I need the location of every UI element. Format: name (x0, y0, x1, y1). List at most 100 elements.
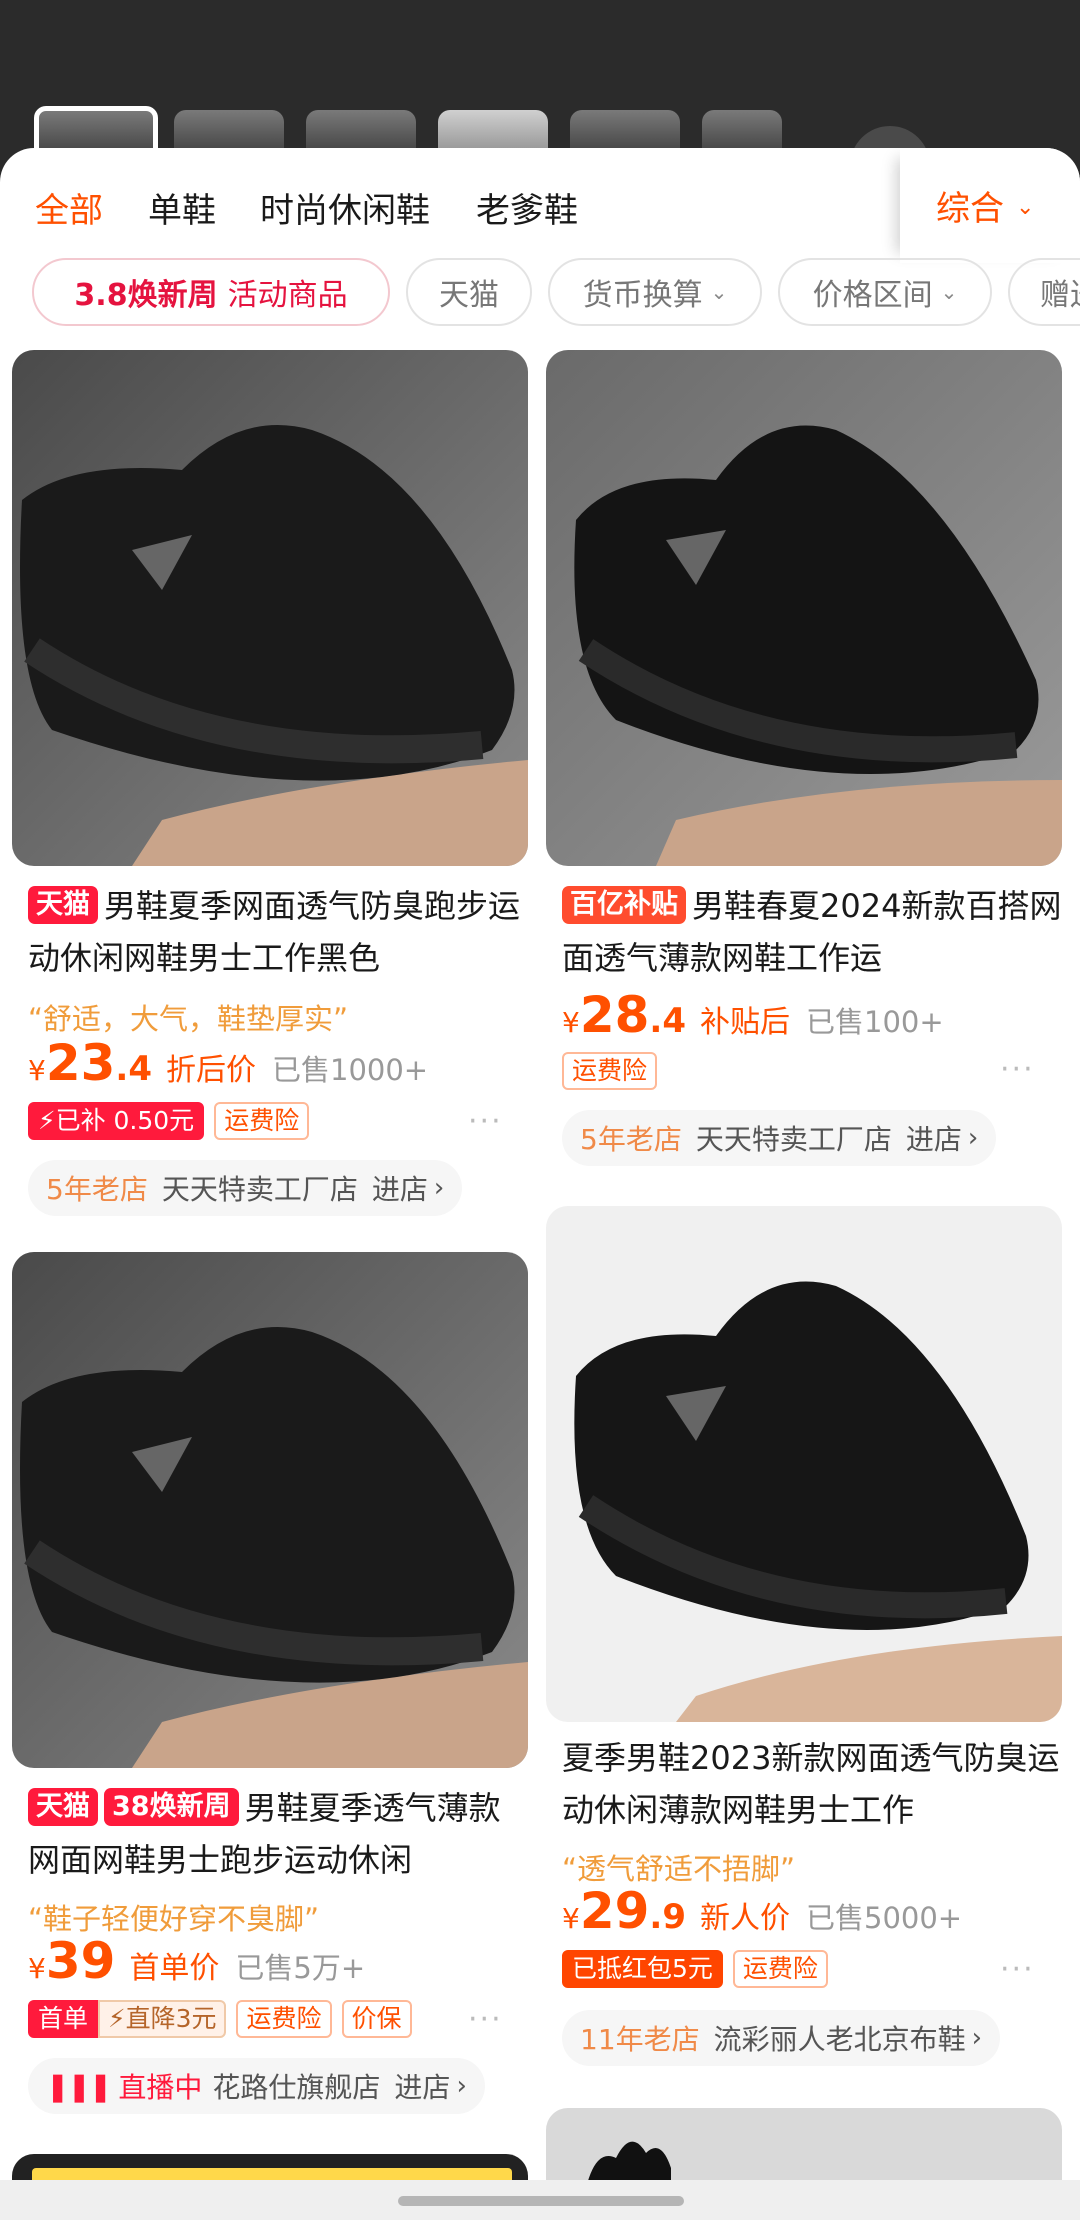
price-label: 首单价 (129, 1951, 220, 1986)
filter-chip-tmall[interactable]: 天猫 (406, 258, 532, 326)
live-bars-icon: ❚❚❚ (46, 2069, 112, 2103)
price-drop-tag: ⚡直降3元 (98, 2000, 227, 2038)
tag-row: 首单 ⚡直降3元 运费险 价保 (28, 2000, 422, 2038)
price-row: ¥ 28 .4 补贴后 已售100+ (562, 986, 944, 1044)
chevron-right-icon: › (967, 1123, 979, 1153)
shop-name: 天天特卖工厂店 (161, 1173, 358, 1206)
tag-row: 运费险 (562, 1052, 667, 1090)
product-title[interactable]: 百亿补贴 男鞋春夏2024新款百搭网面透气薄款网鞋工作运 (562, 880, 1062, 984)
product-image[interactable] (546, 350, 1062, 866)
filter-chip-price-range[interactable]: 价格区间 ⌄ (778, 258, 992, 326)
product-card[interactable]: 百亿补贴 男鞋春夏2024新款百搭网面透气薄款网鞋工作运 ¥ 28 .4 补贴后 … (546, 350, 1062, 1166)
product-title-text: 夏季男鞋2023新款网面透气防臭运动休闲薄款网鞋男士工作 (562, 1739, 1060, 1829)
filter-chip-gift[interactable]: 赠送 (1008, 258, 1080, 326)
more-options-icon[interactable]: ··· (468, 1104, 503, 1139)
price-integer: 23 (45, 1034, 116, 1092)
sold-count: 已售5000+ (806, 1901, 963, 1935)
tag-row: ⚡已补 0.50元 运费险 (28, 1102, 319, 1140)
filter-chip-label: 赠送 (1040, 278, 1080, 313)
product-title[interactable]: 夏季男鞋2023新款网面透气防臭运动休闲薄款网鞋男士工作 (562, 1732, 1062, 1836)
first-order-tag: 首单 (28, 2000, 99, 2038)
shop-age: 11年老店 (580, 2023, 700, 2056)
price-integer: 39 (45, 1932, 116, 1990)
shop-pill[interactable]: 5年老店 天天特卖工厂店 进店 › (28, 1160, 463, 1216)
price-row: ¥ 39 首单价 已售5万+ (28, 1932, 365, 1990)
review-quote: “舒适，大气，鞋垫厚实” (28, 1002, 349, 1036)
shop-pill[interactable]: 11年老店 流彩丽人老北京布鞋 › (562, 2010, 1001, 2066)
product-title[interactable]: 天猫 38焕新周 男鞋夏季透气薄款网面网鞋男士跑步运动休闲 (28, 1782, 528, 1886)
category-tabs: 全部 单鞋 时尚休闲鞋 老爹鞋 综合 ⌄ (0, 148, 1080, 263)
image-thumbnail-strip (0, 0, 1080, 206)
shoe-image (546, 1206, 1062, 1722)
tab-all[interactable]: 全部 (35, 183, 103, 232)
shop-age: 5年老店 (46, 1173, 148, 1206)
shop-name: 流彩丽人老北京布鞋 (713, 2023, 966, 2056)
chevron-right-icon: › (433, 1173, 445, 1203)
tmall-badge: 天猫 (28, 1788, 98, 1826)
live-status: 直播中 (118, 2071, 203, 2104)
product-title[interactable]: 天猫 男鞋夏季网面透气防臭跑步运动休闲网鞋男士工作黑色 (28, 880, 528, 984)
sort-label: 综合 (936, 189, 1004, 229)
chevron-down-icon: ⌄ (710, 280, 728, 304)
shipping-insurance-tag: 运费险 (236, 2000, 332, 2038)
price-protection-tag: 价保 (341, 2000, 412, 2038)
filter-chip-label: 货币换算 (582, 278, 703, 313)
price-label: 补贴后 (700, 1005, 790, 1040)
tab-single-shoes[interactable]: 单鞋 (148, 183, 216, 232)
shop-pill[interactable]: 5年老店 天天特卖工厂店 进店 › (562, 1110, 997, 1166)
product-image[interactable] (12, 350, 528, 866)
shop-name: 天天特卖工厂店 (695, 1123, 892, 1156)
product-title-text: 男鞋夏季透气薄款网面网鞋男士跑步运动休闲 (28, 1789, 501, 1879)
shoe-image (12, 350, 528, 866)
price-label: 新人价 (700, 1901, 790, 1936)
product-image[interactable] (546, 1206, 1062, 1722)
more-options-icon[interactable]: ··· (468, 2002, 503, 2037)
shop-age: 5年老店 (580, 1123, 682, 1156)
price-decimal: .4 (115, 1049, 152, 1089)
price-row: ¥ 23 .4 折后价 已售1000+ (28, 1034, 428, 1092)
product-title-text: 男鞋夏季网面透气防臭跑步运动休闲网鞋男士工作黑色 (28, 887, 521, 977)
shoe-image (546, 350, 1062, 866)
chevron-down-icon: ⌄ (940, 280, 958, 304)
tab-dad-shoes[interactable]: 老爹鞋 (476, 183, 578, 232)
shoe-image (12, 1252, 528, 1768)
price-decimal: .9 (649, 1897, 686, 1937)
red-packet-tag: 已抵红包5元 (562, 1950, 723, 1988)
currency-symbol: ¥ (562, 1006, 580, 1039)
filter-chip-label: 价格区间 (812, 278, 933, 313)
promo-filter-chip[interactable]: 3.8焕新周 活动商品 (32, 258, 390, 326)
product-card[interactable]: 夏季男鞋2023新款网面透气防臭运动休闲薄款网鞋男士工作 “透气舒适不捂脚” ¥… (546, 1206, 1062, 2086)
shipping-insurance-tag: 运费险 (562, 1052, 658, 1090)
shop-pill[interactable]: ❚❚❚ 直播中 花路仕旗舰店 进店 › (28, 2058, 485, 2114)
price-integer: 29 (579, 1882, 650, 1940)
promo-week-badge: 38焕新周 (104, 1788, 239, 1826)
more-options-icon[interactable]: ··· (1000, 1952, 1035, 1987)
filter-chip-currency[interactable]: 货币换算 ⌄ (548, 258, 762, 326)
tag-row: 已抵红包5元 运费险 (562, 1950, 838, 1988)
product-card[interactable]: 天猫 38焕新周 男鞋夏季透气薄款网面网鞋男士跑步运动休闲 “鞋子轻便好穿不臭脚” … (12, 1252, 528, 2132)
results-sheet: 全部 单鞋 时尚休闲鞋 老爹鞋 综合 ⌄ 3.8焕新周 活动商品 天猫 货币换算… (0, 148, 1080, 2220)
enter-shop-label: 进店 (394, 2071, 451, 2104)
product-card[interactable]: 天猫 男鞋夏季网面透气防臭跑步运动休闲网鞋男士工作黑色 “舒适，大气，鞋垫厚实” … (12, 350, 528, 1230)
billion-subsidy-badge: 百亿补贴 (562, 886, 686, 924)
price-row: ¥ 29 .9 新人价 已售5000+ (562, 1882, 962, 1940)
tmall-badge: 天猫 (28, 886, 98, 924)
currency-symbol: ¥ (562, 1902, 580, 1935)
shipping-insurance-tag: 运费险 (214, 1102, 310, 1140)
sold-count: 已售100+ (806, 1005, 944, 1039)
product-image[interactable] (12, 1252, 528, 1768)
lightning-icon: ⚡ (108, 2004, 126, 2033)
price-decimal: .4 (649, 1001, 686, 1041)
promo-chip-subtitle: 活动商品 (227, 278, 348, 313)
enter-shop-label: 进店 (905, 1123, 962, 1156)
sold-count: 已售5万+ (235, 1951, 366, 1985)
lightning-icon: ⚡ (38, 1106, 56, 1135)
enter-shop-label: 进店 (371, 1173, 428, 1206)
more-options-icon[interactable]: ··· (1000, 1052, 1035, 1087)
price-integer: 28 (579, 986, 650, 1044)
home-indicator[interactable] (398, 2196, 684, 2206)
sort-button[interactable]: 综合 ⌄ (900, 148, 1080, 263)
tab-casual-shoes[interactable]: 时尚休闲鞋 (260, 183, 430, 232)
filter-chip-label: 天猫 (439, 278, 499, 313)
chevron-right-icon: › (456, 2071, 467, 2101)
